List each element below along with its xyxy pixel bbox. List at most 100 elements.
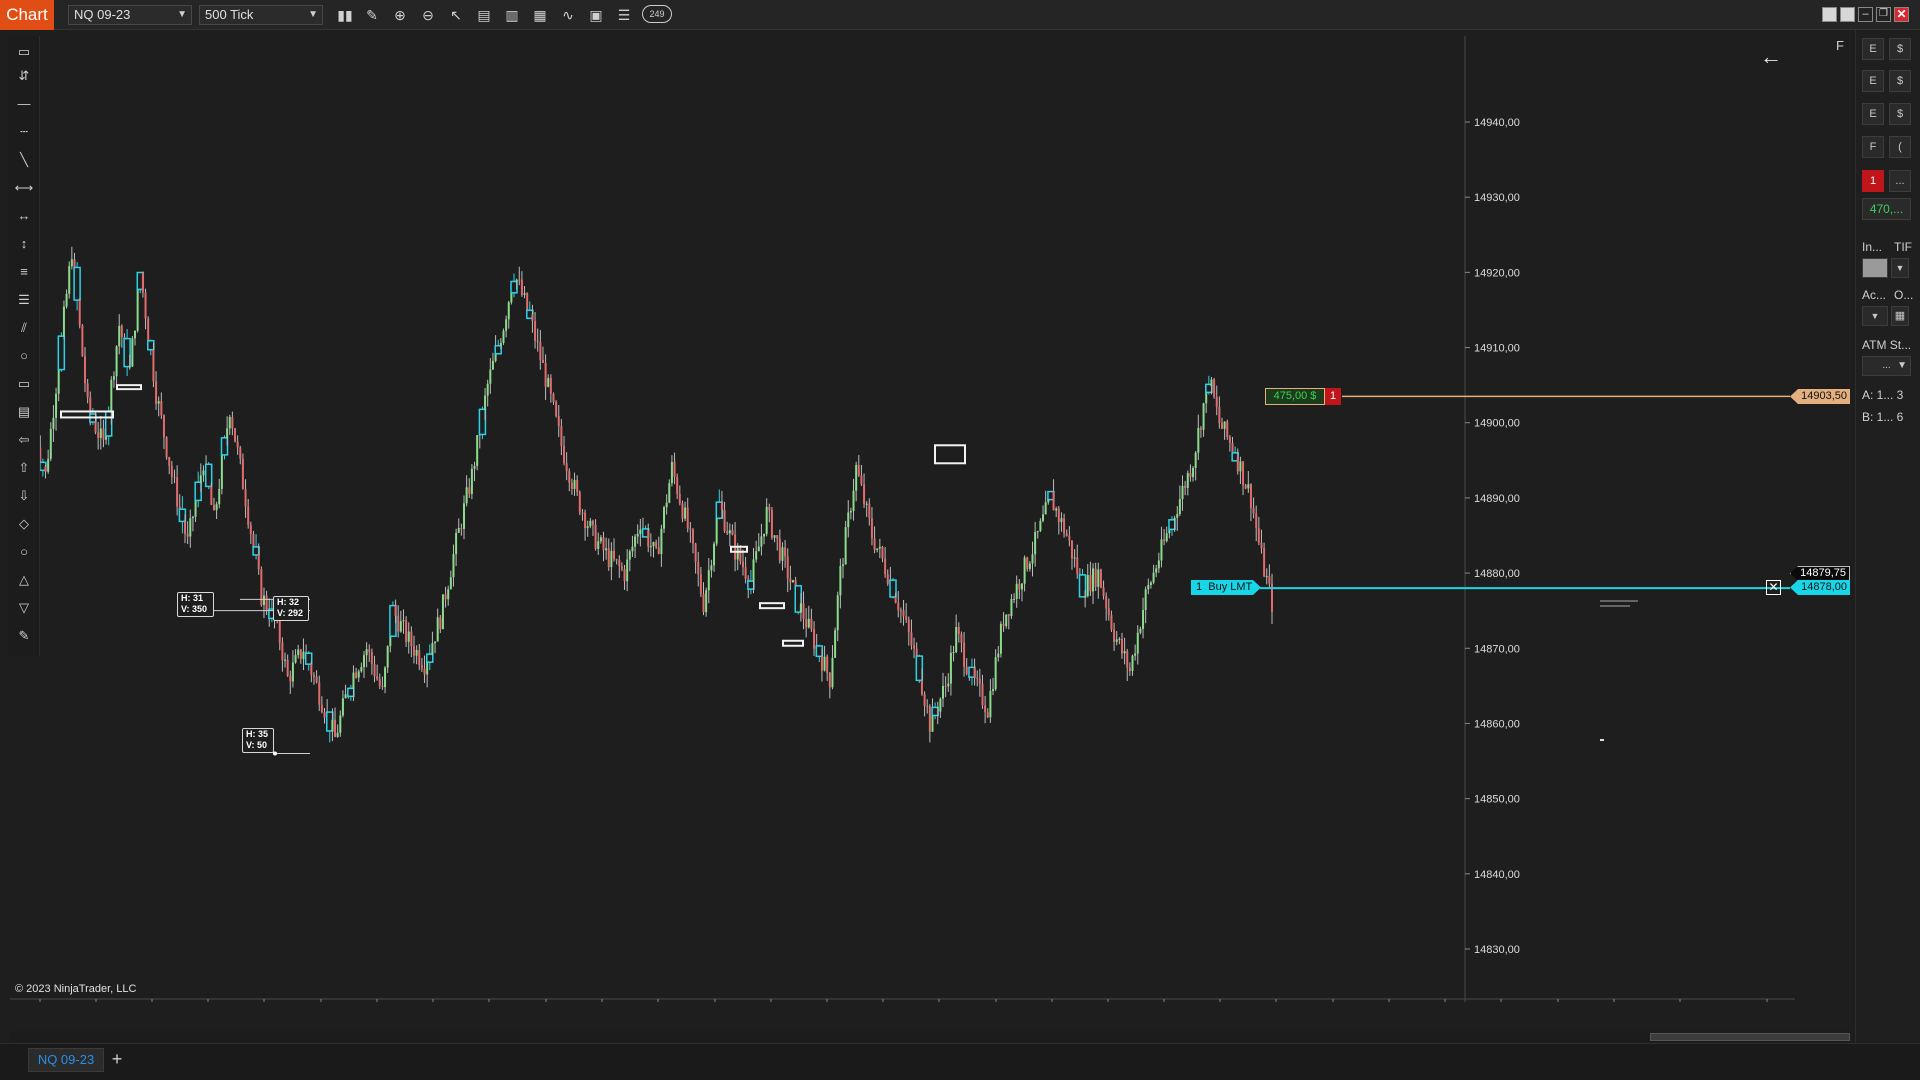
price-chart[interactable]: 14940,00 14930,00 14920,00 14910,00 14900,00…: [10, 36, 1795, 1002]
chart-trader-panel: E $ E $ E $ F ( 1 ... 470,... In... TIF …: [1855, 30, 1920, 1080]
candle-down: [526, 293, 529, 311]
flatten-button[interactable]: F: [1862, 136, 1884, 158]
instrument-dropdown[interactable]: [1862, 258, 1888, 278]
s-button-3[interactable]: $: [1889, 103, 1911, 125]
tif-dropdown[interactable]: ▼: [1891, 258, 1909, 278]
window-tile-button-2[interactable]: [1840, 7, 1855, 22]
e-button-1[interactable]: E: [1862, 38, 1884, 60]
tif-label: TIF: [1894, 240, 1912, 254]
extended-line-icon[interactable]: ⟷: [14, 178, 34, 198]
dot-icon[interactable]: ○: [14, 542, 34, 562]
indicators-icon[interactable]: ▦: [530, 5, 550, 25]
ray-icon[interactable]: ┄: [14, 122, 34, 142]
gantt-icon[interactable]: ▤: [14, 402, 34, 422]
add-tab-button[interactable]: +: [106, 1048, 128, 1072]
s-button-2[interactable]: $: [1889, 70, 1911, 92]
candle-up: [823, 656, 826, 671]
candle-down: [186, 533, 189, 537]
channel-icon[interactable]: ⫽: [14, 318, 34, 338]
candle-down: [468, 487, 471, 494]
candle-up: [344, 694, 347, 699]
interval-selector[interactable]: 500 Tick ▼: [199, 5, 323, 25]
candle-up: [660, 528, 663, 554]
candle-down: [928, 706, 931, 732]
remove-drawing-icon[interactable]: ✎: [14, 626, 34, 646]
account-dropdown[interactable]: ▼: [1862, 306, 1888, 326]
tab-nq[interactable]: NQ 09-23: [28, 1048, 104, 1072]
e-button-2[interactable]: E: [1862, 70, 1884, 92]
candle-down: [1199, 427, 1202, 430]
chart-panel[interactable]: 14940,00 14930,00 14920,00 14910,00 14900,00…: [10, 36, 1795, 1002]
chart-trader-f-label[interactable]: F: [1836, 38, 1844, 53]
ruler-icon[interactable]: ▭: [14, 42, 34, 62]
reverse-button[interactable]: (: [1889, 136, 1911, 158]
candle-highlight: [178, 508, 187, 523]
window-tile-button[interactable]: [1822, 7, 1837, 22]
position-more-button[interactable]: ...: [1889, 170, 1911, 192]
candle-down: [960, 633, 963, 643]
minimize-button[interactable]: –: [1858, 7, 1873, 22]
candle-down: [741, 561, 744, 568]
atm-strategy-dropdown[interactable]: ... ▼: [1862, 356, 1911, 376]
instrument-selector[interactable]: NQ 09-23 ▼: [68, 5, 192, 25]
triangle-up-icon[interactable]: △: [14, 570, 34, 590]
candle-down: [1076, 557, 1079, 574]
templates-icon[interactable]: ▣: [586, 5, 606, 25]
restore-button[interactable]: ❐: [1876, 7, 1891, 22]
candle-down: [147, 318, 150, 341]
line-icon[interactable]: —: [14, 94, 34, 114]
rectangle-icon[interactable]: ▭: [14, 374, 34, 394]
close-button[interactable]: ✕: [1894, 7, 1909, 22]
chart-scrollbar[interactable]: [10, 1031, 1850, 1043]
candle-up: [807, 618, 810, 628]
trend-line-icon[interactable]: ╲: [14, 150, 34, 170]
text-marker-icon[interactable]: ⇦: [14, 430, 34, 450]
s-button-1[interactable]: $: [1889, 38, 1911, 60]
candle-down: [394, 605, 397, 616]
chart-trader-icon[interactable]: ▥: [502, 5, 522, 25]
snap-icon[interactable]: ⇵: [14, 66, 34, 86]
horizontal-lines-icon[interactable]: ≡: [14, 262, 34, 282]
speed-badge-icon[interactable]: 249: [642, 5, 672, 23]
diamond-icon[interactable]: ◇: [14, 514, 34, 534]
buy-limit-order-label[interactable]: 1 Buy LMT: [1191, 580, 1261, 595]
data-box-icon[interactable]: ▤: [474, 5, 494, 25]
bar-type-icon[interactable]: ▮▮: [335, 5, 355, 25]
triangle-down-icon[interactable]: ▽: [14, 598, 34, 618]
candle-down: [1026, 557, 1029, 569]
candle-down: [902, 610, 905, 617]
candle-up: [515, 279, 518, 282]
position-pnl-label[interactable]: 475,00 $: [1265, 388, 1325, 405]
back-arrow-icon[interactable]: ←: [1760, 44, 1782, 70]
ellipse-icon[interactable]: ○: [14, 346, 34, 366]
chart-window-tab[interactable]: Chart: [0, 0, 54, 30]
zoom-out-icon[interactable]: ⊖: [418, 5, 438, 25]
properties-icon[interactable]: ☰: [614, 5, 634, 25]
candle-down: [410, 631, 413, 647]
calculator-icon[interactable]: ▦: [1891, 306, 1909, 326]
candle-up: [191, 516, 194, 519]
pencil-icon[interactable]: ✎: [362, 5, 382, 25]
zoom-in-icon[interactable]: ⊕: [390, 5, 410, 25]
arrow-down-icon[interactable]: ⇩: [14, 486, 34, 506]
y-tick-label: 14940,00: [1474, 117, 1520, 129]
position-quantity-badge[interactable]: 1: [1325, 388, 1341, 405]
candle-up: [112, 376, 115, 380]
candle-down: [739, 548, 742, 562]
e-button-3[interactable]: E: [1862, 103, 1884, 125]
arrow-up-icon[interactable]: ⇧: [14, 458, 34, 478]
candle-up: [760, 536, 763, 547]
fibonacci-icon[interactable]: ☰: [14, 290, 34, 310]
candle-down: [423, 668, 426, 675]
candle-down: [694, 543, 697, 562]
cancel-order-icon[interactable]: ✕: [1766, 580, 1781, 595]
candle-down: [691, 529, 694, 544]
candle-down: [560, 426, 563, 446]
candle-up: [865, 503, 868, 505]
vertical-line-icon[interactable]: ↕: [14, 234, 34, 254]
arrow-line-icon[interactable]: ↔: [14, 206, 34, 226]
scrollbar-thumb[interactable]: [1650, 1033, 1850, 1041]
pointer-icon[interactable]: ↖: [446, 5, 466, 25]
candle-down: [1228, 436, 1231, 444]
strategies-icon[interactable]: ∿: [558, 5, 578, 25]
